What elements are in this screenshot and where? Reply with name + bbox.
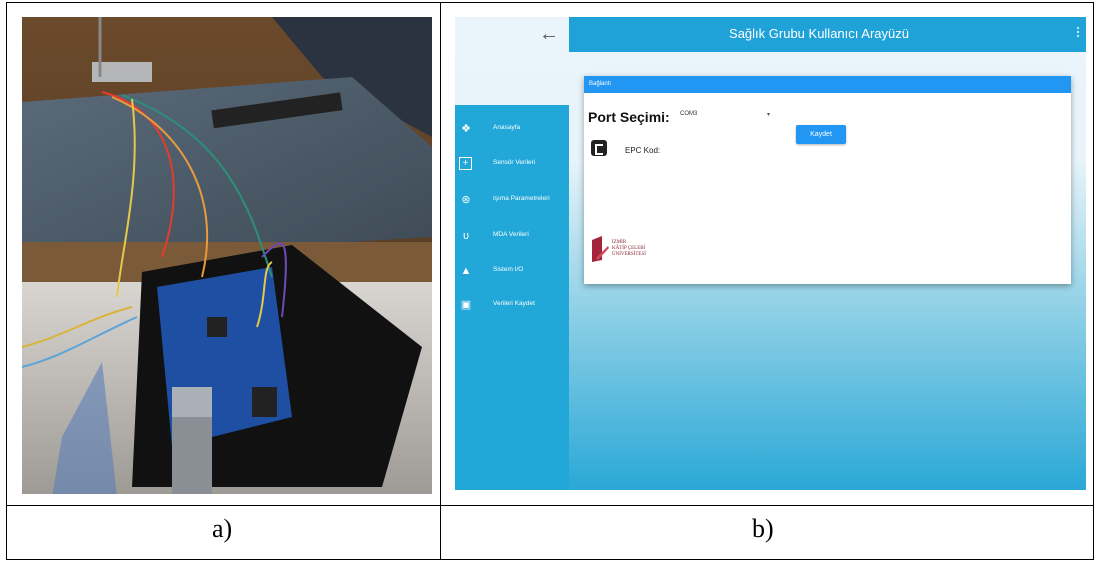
university-logo: İZMİR KÂTİP ÇELEBİ ÜNİVERSİTESİ [590, 234, 670, 264]
app-window: ← Sağlık Grubu Kullanıcı Arayüzü ❖ Anasa… [455, 17, 1086, 490]
caption-a: a) [212, 514, 233, 543]
sidebar-item-label: Anasayfa [493, 124, 521, 131]
floppy-icon: ▣ [460, 299, 472, 311]
sidebar-item-label: Verileri Kaydet [493, 300, 535, 307]
hardware-photo [22, 17, 432, 494]
caption-b: b) [752, 514, 774, 543]
sidebar-item-label: Sistem I/O [493, 266, 524, 273]
port-select[interactable]: COM3 ▾ [680, 111, 770, 123]
card-header-title: Bağlantı [589, 81, 612, 87]
sidebar-item-anasayfa[interactable]: ❖ Anasayfa [455, 119, 569, 141]
sidebar-item-label: MDA Verileri [493, 231, 529, 238]
more-options-icon[interactable] [1077, 27, 1080, 39]
caption-divider [6, 505, 1094, 506]
title-bar: Sağlık Grubu Kullanıcı Arayüzü [569, 17, 1086, 52]
sidebar-item-mda-verileri[interactable]: υ MDA Verileri [455, 226, 569, 248]
antenna-icon: ⊛ [461, 194, 471, 206]
plus-box-icon: + [459, 157, 472, 170]
sidebar-item-label: Işıma Parametreleri [493, 195, 550, 202]
university-logo-mark [592, 236, 609, 262]
epc-icon [591, 140, 607, 156]
arrow-left-icon[interactable]: ← [539, 23, 559, 46]
port-select-value: COM3 [680, 111, 698, 117]
stethoscope-icon: υ [462, 230, 469, 242]
connection-card: Bağlantı Port Seçimi: COM3 ▾ Kaydet EPC … [584, 76, 1071, 284]
card-header: Bağlantı [584, 76, 1071, 93]
epc-label: EPC Kod: [625, 146, 661, 155]
sidebar-item-sistem-io[interactable]: ▲ Sistem I/O [455, 261, 569, 283]
logo-line: ÜNİVERSİTESİ [612, 252, 646, 257]
port-label: Port Seçimi: [588, 109, 670, 125]
sidebar-item-sensor-verileri[interactable]: + Sensör Verileri [455, 154, 569, 176]
sidebar-item-verileri-kaydet[interactable]: ▣ Verileri Kaydet [455, 295, 569, 317]
sidebar-item-isima-parametreleri[interactable]: ⊛ Işıma Parametreleri [455, 190, 569, 212]
sidebar-item-label: Sensör Verileri [493, 159, 536, 166]
chevron-down-icon: ▾ [766, 112, 770, 118]
pin-icon: ▲ [460, 265, 472, 277]
app-title: Sağlık Grubu Kullanıcı Arayüzü [729, 26, 909, 41]
home-icon: ❖ [461, 123, 471, 135]
panel-divider [440, 2, 441, 560]
save-button[interactable]: Kaydet [796, 125, 846, 144]
sidebar: ❖ Anasayfa + Sensör Verileri ⊛ Işıma Par… [455, 105, 569, 490]
